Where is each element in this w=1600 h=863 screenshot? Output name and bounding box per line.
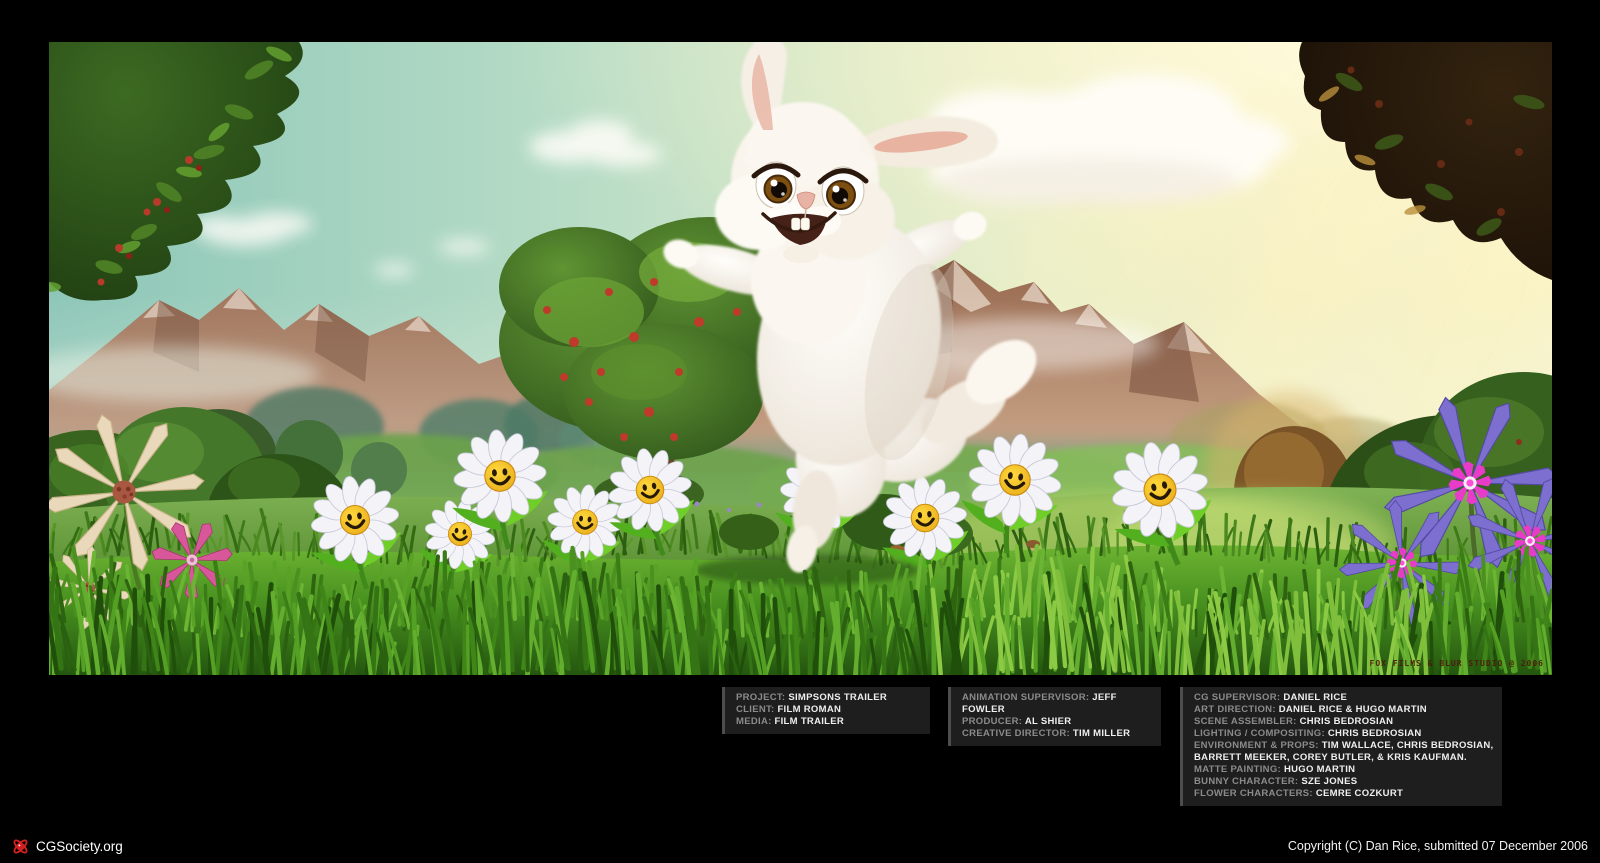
credit-row: ENVIRONMENT & PROPS: TIM WALLACE, CHRIS … [1194, 740, 1494, 764]
credit-row: PROJECT: SIMPSONS TRAILER [736, 692, 922, 704]
credit-row: FLOWER CHARACTERS: CEMRE COZKURT [1194, 788, 1494, 800]
footer-bar: CGSociety.org Copyright (C) Dan Rice, su… [0, 829, 1600, 863]
credit-row: CLIENT: FILM ROMAN [736, 704, 922, 716]
image-watermark: FOX FILMS & BLUR STUDIO @ 2006 [1370, 659, 1545, 668]
credit-row: LIGHTING / COMPOSITING: CHRIS BEDROSIAN [1194, 728, 1494, 740]
credit-row: MEDIA: FILM TRAILER [736, 716, 922, 728]
cgsociety-logo-icon [12, 838, 29, 855]
credit-row: BUNNY CHARACTER: SZE JONES [1194, 776, 1494, 788]
credit-row: PRODUCER: AL SHIER [962, 716, 1153, 728]
copyright-text: Copyright (C) Dan Rice, submitted 07 Dec… [1288, 839, 1588, 853]
credit-row: ART DIRECTION: DANIEL RICE & HUGO MARTIN [1194, 704, 1494, 716]
page: { "artwork": { "subject": "white cartoon… [0, 0, 1600, 863]
credits-crew-block: CG SUPERVISOR: DANIEL RICEART DIRECTION:… [1180, 687, 1502, 806]
credit-row: CG SUPERVISOR: DANIEL RICE [1194, 692, 1494, 704]
site-link[interactable]: CGSociety.org [12, 838, 123, 855]
artwork-image: FOX FILMS & BLUR STUDIO @ 2006 [49, 42, 1552, 675]
credits-production-block: ANIMATION SUPERVISOR: JEFF FOWLERPRODUCE… [948, 687, 1161, 746]
site-name: CGSociety.org [36, 839, 123, 854]
credit-row: SCENE ASSEMBLER: CHRIS BEDROSIAN [1194, 716, 1494, 728]
credit-row: CREATIVE DIRECTOR: TIM MILLER [962, 728, 1153, 740]
credit-row: MATTE PAINTING: HUGO MARTIN [1194, 764, 1494, 776]
credits-project-block: PROJECT: SIMPSONS TRAILERCLIENT: FILM RO… [722, 687, 930, 734]
bunny-meadow-scene [49, 42, 1552, 675]
credit-row: ANIMATION SUPERVISOR: JEFF FOWLER [962, 692, 1153, 716]
